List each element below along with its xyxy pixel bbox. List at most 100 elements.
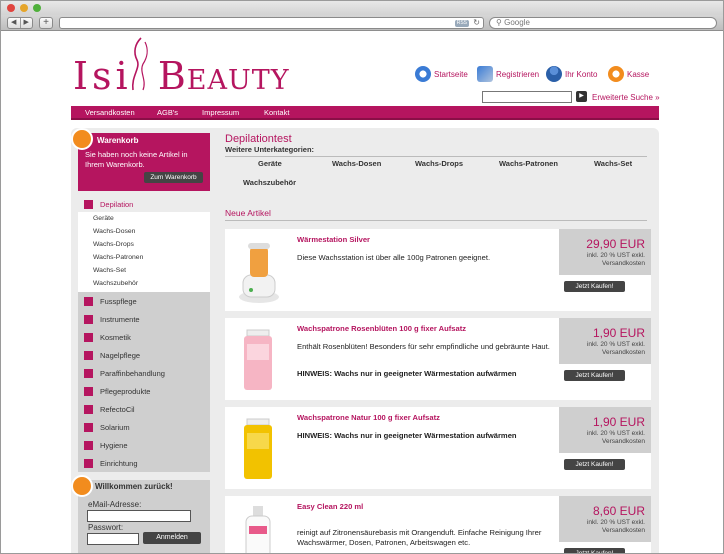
subcategory-wachs-set[interactable]: Wachs-Set xyxy=(93,267,126,274)
category-fusspflege[interactable]: Fusspflege xyxy=(78,292,210,310)
site-logo[interactable]: Isi Beauty xyxy=(73,54,290,98)
category-label: Paraffinbehandlung xyxy=(100,369,165,378)
category-solarium[interactable]: Solarium xyxy=(78,418,210,436)
category-bullet-icon xyxy=(84,315,93,324)
nav-registrieren[interactable]: Registrieren xyxy=(477,66,539,82)
buy-now-button[interactable]: Jetzt Kaufen! xyxy=(564,281,625,292)
password-field[interactable] xyxy=(87,533,139,545)
reload-icon[interactable]: ↻ xyxy=(473,18,480,27)
category-bullet-icon xyxy=(84,387,93,396)
subcat-link-wachs-dosen[interactable]: Wachs-Dosen xyxy=(332,159,381,168)
category-bullet-icon xyxy=(84,405,93,414)
category-label: Fusspflege xyxy=(100,297,137,306)
register-icon xyxy=(477,66,493,82)
product-description: Enthält Rosenblüten! Besonders für sehr … xyxy=(297,342,550,351)
menu-item-impressum[interactable]: Impressum xyxy=(202,108,239,117)
category-paraffinbehandlung[interactable]: Paraffinbehandlung xyxy=(78,364,210,382)
buy-now-button[interactable]: Jetzt Kaufen! xyxy=(564,459,625,470)
advanced-search-link[interactable]: Erweiterte Suche » xyxy=(592,93,660,102)
back-icon[interactable]: ◀ xyxy=(8,18,20,28)
price-box: 1,90 EUR inkl. 20 % UST exkl. Versandkos… xyxy=(559,318,651,364)
subcategories-heading: Weitere Unterkategorien: xyxy=(225,145,315,154)
product-image[interactable] xyxy=(231,413,285,483)
price-box: 29,90 EUR inkl. 20 % UST exkl. Versandko… xyxy=(559,229,651,275)
home-icon xyxy=(415,66,431,82)
subcategory-wachs-patronen[interactable]: Wachs-Patronen xyxy=(93,254,143,261)
product-card: Wärmestation Silver Diese Wachsstation i… xyxy=(225,229,651,311)
category-bullet-icon xyxy=(84,369,93,378)
menu-item-versandkosten[interactable]: Versandkosten xyxy=(85,108,135,117)
nav-ihr-konto[interactable]: Ihr Konto xyxy=(546,66,597,82)
product-price: 8,60 EUR xyxy=(592,504,645,518)
product-price: 1,90 EUR xyxy=(592,415,645,429)
cart-text: Sie haben noch keine Artikel in Ihrem Wa… xyxy=(85,150,188,169)
zoom-window-icon[interactable] xyxy=(33,4,41,12)
password-label: Passwort: xyxy=(88,523,124,532)
login-button[interactable]: Anmelden xyxy=(143,532,201,544)
buy-now-button[interactable]: Jetzt Kaufen! xyxy=(564,370,625,381)
menu-item-kontakt[interactable]: Kontakt xyxy=(264,108,289,117)
browser-search-input[interactable]: ⚲ Google xyxy=(489,17,717,29)
category-label: Hygiene xyxy=(100,441,128,450)
nav-buttons: ◀ ▶ xyxy=(7,17,33,29)
subcat-link-wachs-drops[interactable]: Wachs-Drops xyxy=(415,159,463,168)
tax-note: inkl. 20 % UST exkl. Versandkosten xyxy=(586,341,645,356)
forward-icon[interactable]: ▶ xyxy=(19,18,33,28)
subcategory-wachs-dosen[interactable]: Wachs-Dosen xyxy=(93,228,135,235)
nav-label: Registrieren xyxy=(496,69,540,79)
search-go-button[interactable]: ▶ xyxy=(576,91,587,102)
product-image[interactable] xyxy=(231,324,285,394)
web-page: Isi Beauty Startseite Registrieren Ihr K… xyxy=(1,32,723,554)
category-instrumente[interactable]: Instrumente xyxy=(78,310,210,328)
cart-title: Warenkorb xyxy=(97,136,139,145)
rss-icon[interactable]: RSS xyxy=(454,20,469,27)
category-label: Instrumente xyxy=(100,315,140,324)
main-menu: Versandkosten AGB's Impressum Kontakt xyxy=(71,106,659,120)
view-cart-button[interactable]: Zum Warenkorb xyxy=(144,172,203,183)
category-label: RefectoCil xyxy=(100,405,135,414)
subcategory-wachszubehoer[interactable]: Wachszubehör xyxy=(93,280,138,287)
category-label: Pflegeprodukte xyxy=(100,387,151,396)
title-bar xyxy=(1,1,723,15)
new-tab-button[interactable]: + xyxy=(39,17,53,29)
buy-now-button[interactable]: Jetzt Kaufen! xyxy=(564,548,625,553)
product-note: HINWEIS: Wachs nur in geeigneter Wärmest… xyxy=(297,431,517,440)
subcat-link-wachs-set[interactable]: Wachs-Set xyxy=(594,159,632,168)
nav-kasse[interactable]: Kasse xyxy=(608,66,649,82)
divider xyxy=(225,156,647,157)
product-name[interactable]: Easy Clean 220 ml xyxy=(297,502,363,511)
category-nagelpflege[interactable]: Nagelpflege xyxy=(78,346,210,364)
account-icon xyxy=(546,66,562,82)
site-search-input[interactable] xyxy=(482,91,572,103)
menu-item-agbs[interactable]: AGB's xyxy=(157,108,178,117)
subcategory-geraete[interactable]: Geräte xyxy=(93,215,114,222)
subcategory-wachs-drops[interactable]: Wachs-Drops xyxy=(93,241,134,248)
minimize-window-icon[interactable] xyxy=(20,4,28,12)
category-list: Fusspflege Instrumente Kosmetik Nagelpfl… xyxy=(78,292,210,472)
product-image[interactable] xyxy=(231,502,285,554)
category-einrichtung[interactable]: Einrichtung xyxy=(78,454,210,472)
category-depilation[interactable]: Depilation xyxy=(78,196,210,212)
category-refectocil[interactable]: RefectoCil xyxy=(78,400,210,418)
address-bar[interactable]: RSS ↻ xyxy=(59,17,484,29)
product-name[interactable]: Wärmestation Silver xyxy=(297,235,370,244)
category-hygiene[interactable]: Hygiene xyxy=(78,436,210,454)
product-name[interactable]: Wachspatrone Natur 100 g fixer Aufsatz xyxy=(297,413,440,422)
category-bullet-icon xyxy=(84,423,93,432)
category-pflegeprodukte[interactable]: Pflegeprodukte xyxy=(78,382,210,400)
product-card: Easy Clean 220 ml reinigt auf Zitronensä… xyxy=(225,496,651,554)
subcat-link-wachs-patronen[interactable]: Wachs-Patronen xyxy=(499,159,558,168)
product-image[interactable] xyxy=(231,235,285,305)
product-name[interactable]: Wachspatrone Rosenblüten 100 g fixer Auf… xyxy=(297,324,466,333)
nav-startseite[interactable]: Startseite xyxy=(415,66,468,82)
subcat-link-wachszubehoer[interactable]: Wachszubehör xyxy=(243,178,296,187)
subcategory-list: Geräte Wachs-Dosen Wachs-Drops Wachs-Pat… xyxy=(78,212,210,292)
category-bullet-icon xyxy=(84,333,93,342)
nav-label: Ihr Konto xyxy=(565,69,598,79)
subcat-link-geraete[interactable]: Geräte xyxy=(258,159,282,168)
category-label: Einrichtung xyxy=(100,459,138,468)
category-kosmetik[interactable]: Kosmetik xyxy=(78,328,210,346)
email-field[interactable] xyxy=(87,510,191,522)
price-box: 1,90 EUR inkl. 20 % UST exkl. Versandkos… xyxy=(559,407,651,453)
close-window-icon[interactable] xyxy=(7,4,15,12)
